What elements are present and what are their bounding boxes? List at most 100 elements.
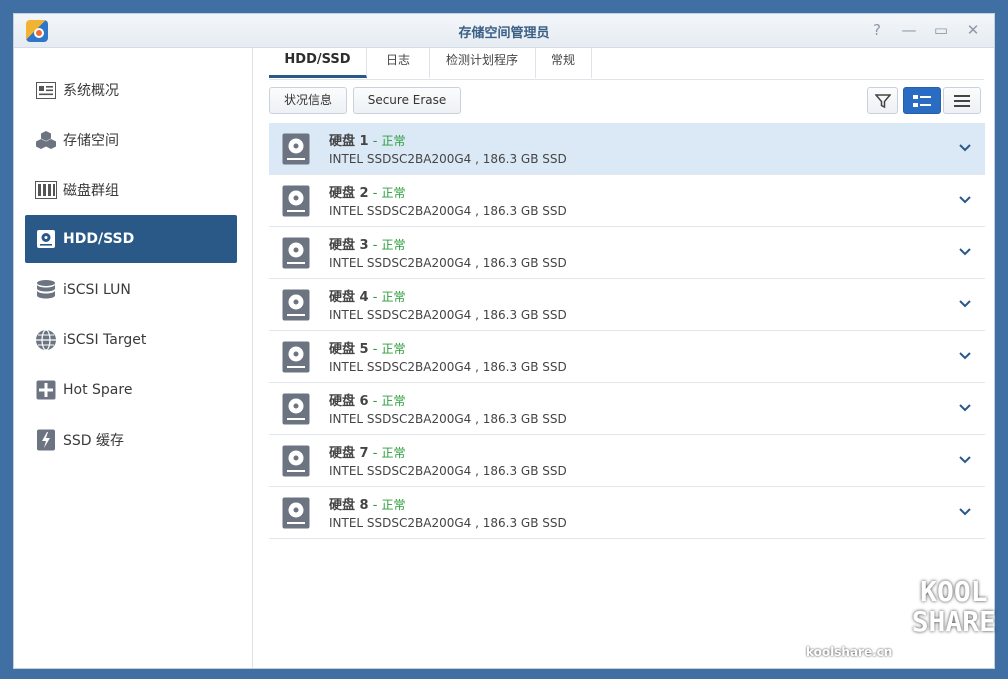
- disk-description: INTEL SSDSC2BA200G4 , 186.3 GB SSD: [329, 308, 567, 322]
- disk-status: 正常: [381, 186, 406, 200]
- help-icon[interactable]: ?: [866, 19, 888, 41]
- chevron-down-icon[interactable]: [957, 191, 973, 207]
- disk-description: INTEL SSDSC2BA200G4 , 186.3 GB SSD: [329, 464, 567, 478]
- sidebar-item-label: SSD 缓存: [63, 433, 125, 449]
- maximize-icon[interactable]: ▭: [930, 19, 952, 41]
- main-panel: HDD/SSD 日志 检测计划程序 常规 状况信息 Secure Erase 硬…: [253, 48, 994, 668]
- sidebar-item-label: 系统概况: [63, 83, 119, 99]
- storage-manager-window: 存储空间管理员 ? — ▭ ✕ 系统概况 存储空间 磁盘群组 HDD/SSD i…: [13, 13, 995, 669]
- disk-row[interactable]: 硬盘 3 - 正常 INTEL SSDSC2BA200G4 , 186.3 GB…: [269, 227, 985, 279]
- disk-name: 硬盘 3: [329, 238, 369, 253]
- disk-name: 硬盘 6: [329, 394, 369, 409]
- disk-row[interactable]: 硬盘 7 - 正常 INTEL SSDSC2BA200G4 , 186.3 GB…: [269, 435, 985, 487]
- overview-icon: [35, 79, 57, 101]
- watermark-logo-top: KOOL: [920, 575, 988, 608]
- disk-separator: -: [368, 446, 382, 461]
- hdd-icon: [282, 289, 310, 321]
- sidebar: 系统概况 存储空间 磁盘群组 HDD/SSD iSCSI LUN iSCSI T…: [14, 48, 253, 668]
- tab-hdd-ssd[interactable]: HDD/SSD: [269, 48, 367, 78]
- ssd-cache-icon: [35, 429, 57, 451]
- sidebar-item-iscsi-target[interactable]: iSCSI Target: [25, 316, 237, 364]
- minimize-icon[interactable]: —: [898, 19, 920, 41]
- disk-separator: -: [368, 498, 382, 513]
- disk-row[interactable]: 硬盘 8 - 正常 INTEL SSDSC2BA200G4 , 186.3 GB…: [269, 487, 985, 539]
- watermark-site: koolshare.cn: [806, 645, 893, 659]
- disk-description: INTEL SSDSC2BA200G4 , 186.3 GB SSD: [329, 516, 567, 530]
- disk-description: INTEL SSDSC2BA200G4 , 186.3 GB SSD: [329, 204, 567, 218]
- watermark-logo: KOOL SHARE: [912, 577, 996, 637]
- filter-button[interactable]: [867, 87, 898, 114]
- secure-erase-button[interactable]: Secure Erase: [353, 87, 461, 114]
- disk-row[interactable]: 硬盘 6 - 正常 INTEL SSDSC2BA200G4 , 186.3 GB…: [269, 383, 985, 435]
- globe-icon: [35, 329, 57, 351]
- disk-name: 硬盘 7: [329, 446, 369, 461]
- tab-log[interactable]: 日志: [367, 48, 430, 78]
- tab-test-scheduler[interactable]: 检测计划程序: [429, 48, 536, 78]
- sidebar-item-label: 存储空间: [63, 133, 119, 149]
- chevron-down-icon[interactable]: [957, 139, 973, 155]
- list-icon: [954, 94, 970, 107]
- chevron-down-icon[interactable]: [957, 451, 973, 467]
- disk-name: 硬盘 1: [329, 134, 369, 149]
- hdd-icon: [282, 497, 310, 529]
- disk-description: INTEL SSDSC2BA200G4 , 186.3 GB SSD: [329, 360, 567, 374]
- disk-status: 正常: [381, 238, 406, 252]
- disk-row[interactable]: 硬盘 2 - 正常 INTEL SSDSC2BA200G4 , 186.3 GB…: [269, 175, 985, 227]
- sidebar-item-label: Hot Spare: [63, 382, 133, 398]
- sidebar-item-overview[interactable]: 系统概况: [25, 66, 237, 114]
- list-view-button[interactable]: [943, 87, 981, 114]
- koolshare-watermark: KOOL SHARE koolshare.cn: [806, 577, 996, 667]
- sidebar-item-iscsi-lun[interactable]: iSCSI LUN: [25, 266, 237, 314]
- disk-description: INTEL SSDSC2BA200G4 , 186.3 GB SSD: [329, 152, 567, 166]
- disk-name: 硬盘 5: [329, 342, 369, 357]
- disk-status: 正常: [381, 498, 406, 512]
- disk-separator: -: [368, 290, 382, 305]
- status-info-button[interactable]: 状况信息: [269, 87, 347, 114]
- hdd-icon: [282, 341, 310, 373]
- disk-separator: -: [368, 134, 382, 149]
- close-icon[interactable]: ✕: [962, 19, 984, 41]
- disk-description: INTEL SSDSC2BA200G4 , 186.3 GB SSD: [329, 256, 567, 270]
- disk-name: 硬盘 2: [329, 186, 369, 201]
- disk-name: 硬盘 8: [329, 498, 369, 513]
- sidebar-item-storage[interactable]: 存储空间: [25, 116, 237, 164]
- chevron-down-icon[interactable]: [957, 399, 973, 415]
- hdd-icon: [282, 185, 310, 217]
- list-detail-icon: [913, 94, 931, 107]
- tab-general[interactable]: 常规: [535, 48, 592, 78]
- title-bar[interactable]: 存储空间管理员 ? — ▭ ✕: [14, 14, 994, 48]
- chevron-down-icon[interactable]: [957, 295, 973, 311]
- storage-cubes-icon: [35, 129, 57, 151]
- filter-icon: [874, 93, 891, 108]
- disk-status: 正常: [381, 134, 406, 148]
- hdd-icon: [35, 228, 57, 250]
- disk-separator: -: [368, 342, 382, 357]
- disk-row[interactable]: 硬盘 4 - 正常 INTEL SSDSC2BA200G4 , 186.3 GB…: [269, 279, 985, 331]
- chevron-down-icon[interactable]: [957, 243, 973, 259]
- disk-status: 正常: [381, 342, 406, 356]
- hdd-icon: [282, 393, 310, 425]
- disk-row[interactable]: 硬盘 1 - 正常 INTEL SSDSC2BA200G4 , 186.3 GB…: [269, 123, 985, 175]
- hot-spare-icon: [35, 379, 57, 401]
- sidebar-item-hot-spare[interactable]: Hot Spare: [25, 366, 237, 414]
- disk-separator: -: [368, 394, 382, 409]
- sidebar-item-hdd-ssd[interactable]: HDD/SSD: [25, 215, 237, 263]
- sidebar-item-ssd-cache[interactable]: SSD 缓存: [25, 416, 237, 464]
- window-title: 存储空间管理员: [458, 26, 550, 41]
- disk-status: 正常: [381, 290, 406, 304]
- detail-view-button[interactable]: [903, 87, 941, 114]
- disk-status: 正常: [381, 394, 406, 408]
- disk-row[interactable]: 硬盘 5 - 正常 INTEL SSDSC2BA200G4 , 186.3 GB…: [269, 331, 985, 383]
- chevron-down-icon[interactable]: [957, 503, 973, 519]
- chevron-down-icon[interactable]: [957, 347, 973, 363]
- sidebar-item-label: 磁盘群组: [63, 183, 119, 199]
- hdd-icon: [282, 445, 310, 477]
- sidebar-item-disk-group[interactable]: 磁盘群组: [25, 166, 237, 214]
- database-icon: [35, 279, 57, 301]
- disk-separator: -: [368, 238, 382, 253]
- hdd-icon: [282, 237, 310, 269]
- watermark-logo-bottom: SHARE: [911, 605, 996, 638]
- hdd-icon: [282, 133, 310, 165]
- tab-bar: HDD/SSD 日志 检测计划程序 常规: [269, 48, 984, 80]
- disk-separator: -: [368, 186, 382, 201]
